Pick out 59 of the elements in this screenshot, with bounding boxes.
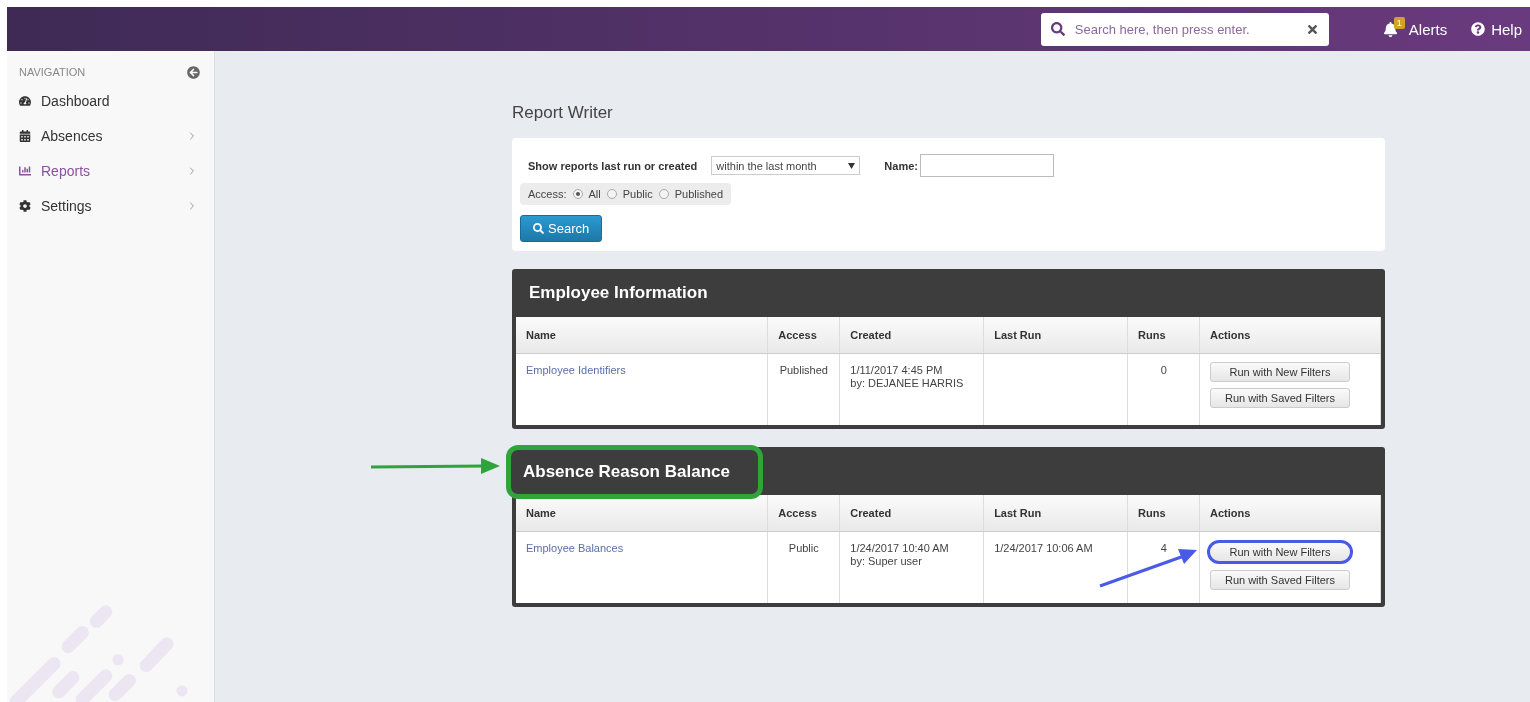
help-link[interactable]: Help: [1471, 20, 1522, 38]
radio-button[interactable]: [658, 189, 669, 199]
run-button[interactable]: Run with Saved Filters: [1209, 387, 1350, 408]
report-link[interactable]: Employee Identifiers: [526, 363, 626, 376]
gauge-icon: [19, 94, 31, 107]
alert-count: 1: [1393, 17, 1405, 29]
search-icon: [533, 223, 544, 234]
column-header: Runs: [1127, 495, 1200, 531]
column-header: Created: [839, 495, 984, 531]
column-header: Actions: [1199, 495, 1381, 531]
filter-label: Show reports last run or created: [528, 159, 698, 172]
access-label: Access:: [528, 188, 567, 200]
radio-label: Public: [622, 188, 653, 200]
search-button[interactable]: Search: [520, 215, 603, 242]
column-header: Runs: [1127, 317, 1200, 353]
calendar-icon: [19, 129, 31, 142]
section-title: Absence Reason Balance: [506, 445, 763, 499]
last-run-cell-text: 1/24/2017 10:06 AM: [994, 541, 1094, 555]
search-box[interactable]: Search here, then press enter.: [1040, 12, 1329, 46]
radio-button[interactable]: [606, 189, 617, 199]
radio-button[interactable]: [572, 189, 583, 199]
search-icon: [1050, 22, 1065, 36]
access-cell-text: Public: [787, 541, 820, 555]
column-header: Last Run: [983, 317, 1128, 353]
alerts-link[interactable]: Alerts: [1408, 20, 1448, 38]
bell-icon[interactable]: [1382, 21, 1398, 37]
radio-label: Published: [674, 188, 724, 200]
report-link[interactable]: Employee Balances: [526, 541, 624, 554]
nav-item[interactable]: Absences: [7, 118, 214, 153]
nav-heading: NAVIGATION: [19, 66, 86, 78]
nav-item[interactable]: Settings: [7, 188, 214, 223]
created-cell-text: 1/24/2017 10:40 AM by: Super user: [850, 541, 950, 568]
run-button[interactable]: Run with Saved Filters: [1209, 569, 1350, 590]
runs-cell-text: 4: [1159, 541, 1167, 555]
bar-chart-icon: [19, 164, 31, 177]
column-header: Access: [767, 317, 840, 353]
period-select[interactable]: within the last month: [711, 156, 861, 175]
column-header: Created: [839, 317, 984, 353]
nav-item[interactable]: Dashboard: [7, 83, 214, 118]
created-cell-text: 1/11/2017 4:45 PM by: DEJANEE HARRIS: [850, 363, 965, 390]
run-button[interactable]: Run with New Filters: [1206, 539, 1353, 564]
name-field[interactable]: [919, 154, 1054, 177]
help-icon: [1471, 22, 1486, 36]
column-header: Actions: [1199, 317, 1381, 353]
collapse-icon[interactable]: [187, 65, 200, 79]
dropdown-icon: [848, 162, 856, 169]
run-button[interactable]: Run with New Filters: [1209, 361, 1350, 382]
column-header: Access: [767, 495, 840, 531]
nav-item[interactable]: Reports: [7, 153, 214, 188]
gear-icon: [19, 199, 31, 212]
close-icon[interactable]: [1305, 22, 1319, 36]
column-header: Last Run: [983, 495, 1128, 531]
name-label: Name:: [884, 159, 918, 172]
radio-label: All: [588, 188, 601, 200]
page-title: Report Writer: [512, 103, 614, 123]
runs-cell-text: 0: [1159, 363, 1167, 377]
arrow-icon: [369, 457, 501, 475]
column-header: Name: [516, 317, 768, 353]
access-cell-text: Published: [778, 363, 829, 377]
